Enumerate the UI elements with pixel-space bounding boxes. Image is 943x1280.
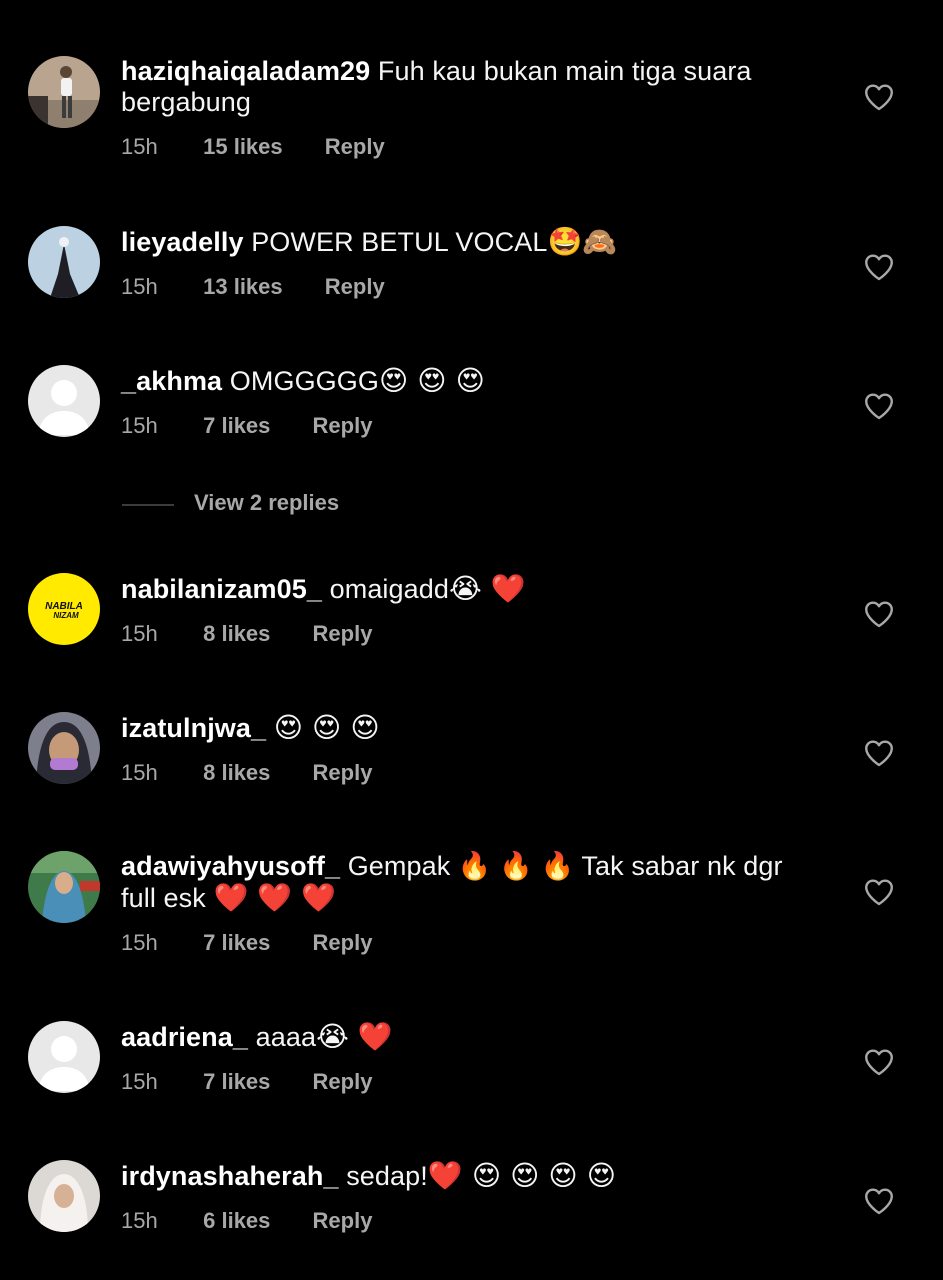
comment-meta: 15h 13 likes Reply <box>121 273 821 301</box>
comment-time: 15h <box>121 274 158 299</box>
reply-button[interactable]: Reply <box>313 1069 373 1094</box>
comment-message: sedap! <box>346 1161 428 1191</box>
avatar[interactable] <box>28 1160 100 1232</box>
comment-username[interactable]: nabilanizam05_ <box>121 574 322 604</box>
comment-emojis: 😍 😍 😍 <box>378 364 485 397</box>
avatar[interactable] <box>28 226 100 298</box>
comment-emojis: ❤️ ❤️ ❤️ <box>213 881 337 914</box>
comment-message: POWER BETUL VOCAL <box>251 227 548 257</box>
comment-message: omaigadd <box>329 574 449 604</box>
comment-item: _akhma OMGGGGG😍 😍 😍 15h 7 likes Reply <box>0 365 943 455</box>
comment-item: lieyadelly POWER BETUL VOCAL🤩🙈 15h 13 li… <box>0 226 943 316</box>
default-avatar-icon <box>28 1021 100 1093</box>
avatar[interactable]: NABILA NIZAM <box>28 573 100 645</box>
comment-likes[interactable]: 7 likes <box>203 929 270 957</box>
comment-likes[interactable]: 7 likes <box>203 412 270 440</box>
reply-button[interactable]: Reply <box>325 134 385 159</box>
nabila-nizam-logo-avatar-icon: NABILA NIZAM <box>28 573 100 645</box>
reply-button[interactable]: Reply <box>313 1208 373 1233</box>
comment-time: 15h <box>121 1208 158 1233</box>
reply-button[interactable]: Reply <box>325 274 385 299</box>
comment-username[interactable]: _akhma <box>121 366 222 396</box>
person-photo-avatar-icon <box>28 1160 100 1232</box>
heart-icon[interactable] <box>862 80 896 114</box>
comment-username[interactable]: haziqhaiqaladam29 <box>121 56 370 86</box>
comment-meta: 15h 7 likes Reply <box>121 412 821 440</box>
comment-text: adawiyahyusoff_ Gempak 🔥 🔥 🔥 Tak sabar n… <box>121 851 821 914</box>
avatar[interactable] <box>28 712 100 784</box>
silhouette-photo-avatar-icon <box>28 226 100 298</box>
heart-icon[interactable] <box>862 250 896 284</box>
reply-button[interactable]: Reply <box>313 621 373 646</box>
comment-likes[interactable]: 7 likes <box>203 1068 270 1096</box>
comment-item: adawiyahyusoff_ Gempak 🔥 🔥 🔥 Tak sabar n… <box>0 851 943 971</box>
avatar[interactable] <box>28 365 100 437</box>
reply-button[interactable]: Reply <box>313 760 373 785</box>
comment-meta: 15h 8 likes Reply <box>121 620 821 648</box>
avatar-logo-line-2: NIZAM <box>53 611 79 620</box>
comment-meta: 15h 7 likes Reply <box>121 929 821 957</box>
comment-username[interactable]: lieyadelly <box>121 227 244 257</box>
comment-username[interactable]: adawiyahyusoff_ <box>121 851 340 881</box>
reply-button[interactable]: Reply <box>313 413 373 438</box>
comment-item: irdynashaherah_ sedap!❤️ 😍 😍 😍 😍 15h 6 l… <box>0 1160 943 1250</box>
comment-time: 15h <box>121 413 158 438</box>
comment-message: aaaa <box>255 1022 317 1052</box>
avatar[interactable] <box>28 56 100 128</box>
comment-time: 15h <box>121 760 158 785</box>
comment-meta: 15h 8 likes Reply <box>121 759 821 787</box>
default-avatar-icon <box>28 365 100 437</box>
comment-message: OMGGGGG <box>229 366 379 396</box>
avatar[interactable] <box>28 1021 100 1093</box>
comment-text: lieyadelly POWER BETUL VOCAL🤩🙈 <box>121 226 821 258</box>
heart-icon[interactable] <box>862 1045 896 1079</box>
replies-divider <box>122 504 174 506</box>
comment-text: aadriena_ aaaa😭 ❤️ <box>121 1021 821 1053</box>
comment-item: haziqhaiqaladam29 Fuh kau bukan main tig… <box>0 56 943 176</box>
comment-text: nabilanizam05_ omaigadd😭 ❤️ <box>121 573 821 605</box>
comment-time: 15h <box>121 1069 158 1094</box>
person-photo-avatar-icon <box>28 56 100 128</box>
comment-likes[interactable]: 13 likes <box>203 273 283 301</box>
comment-time: 15h <box>121 930 158 955</box>
comment-item: izatulnjwa_ 😍 😍 😍 15h 8 likes Reply <box>0 712 943 802</box>
comment-meta: 15h 6 likes Reply <box>121 1207 821 1235</box>
comment-emojis: 😭 ❤️ <box>316 1020 393 1053</box>
heart-icon[interactable] <box>862 597 896 631</box>
comment-text: irdynashaherah_ sedap!❤️ 😍 😍 😍 😍 <box>121 1160 821 1192</box>
comment-emojis: 😍 😍 😍 <box>273 711 380 744</box>
comment-username[interactable]: irdynashaherah_ <box>121 1161 339 1191</box>
comment-likes[interactable]: 15 likes <box>203 133 283 161</box>
comment-item: NABILA NIZAM nabilanizam05_ omaigadd😭 ❤️… <box>0 573 943 663</box>
comment-meta: 15h 7 likes Reply <box>121 1068 821 1096</box>
comment-likes[interactable]: 6 likes <box>203 1207 270 1235</box>
comment-likes[interactable]: 8 likes <box>203 620 270 648</box>
comment-text: izatulnjwa_ 😍 😍 😍 <box>121 712 821 744</box>
heart-icon[interactable] <box>862 1184 896 1218</box>
comment-emojis: 🤩🙈 <box>547 225 618 258</box>
reply-button[interactable]: Reply <box>313 930 373 955</box>
person-photo-avatar-icon <box>28 712 100 784</box>
avatar[interactable] <box>28 851 100 923</box>
comment-text: _akhma OMGGGGG😍 😍 😍 <box>121 365 821 397</box>
comment-likes[interactable]: 8 likes <box>203 759 270 787</box>
comment-text: haziqhaiqaladam29 Fuh kau bukan main tig… <box>121 56 821 118</box>
comment-username[interactable]: aadriena_ <box>121 1022 248 1052</box>
comment-username[interactable]: izatulnjwa_ <box>121 713 266 743</box>
view-replies-label: View 2 replies <box>194 490 340 515</box>
comment-emojis: 😭 ❤️ <box>449 572 526 605</box>
comment-time: 15h <box>121 621 158 646</box>
heart-icon[interactable] <box>862 389 896 423</box>
heart-icon[interactable] <box>862 875 896 909</box>
comment-item: aadriena_ aaaa😭 ❤️ 15h 7 likes Reply <box>0 1021 943 1111</box>
comment-emojis: ❤️ 😍 😍 😍 😍 <box>427 1159 616 1192</box>
heart-icon[interactable] <box>862 736 896 770</box>
comment-meta: 15h 15 likes Reply <box>121 133 821 161</box>
person-photo-avatar-icon <box>28 851 100 923</box>
comment-time: 15h <box>121 134 158 159</box>
